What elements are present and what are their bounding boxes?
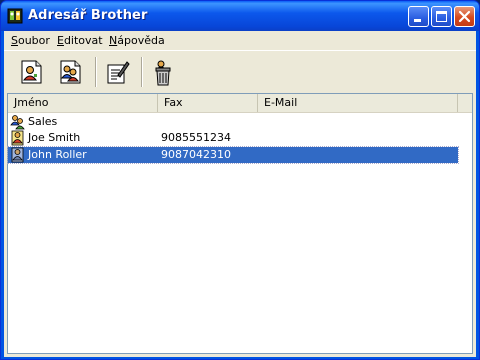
menu-soubor[interactable]: Soubor (11, 34, 50, 47)
title-bar[interactable]: Adresář Brother (1, 1, 479, 31)
menu-editovat-rest: ditovat (63, 34, 103, 47)
contact-name: John Roller (28, 148, 87, 161)
menu-napoveda-accel: N (109, 34, 118, 47)
edit-icon (107, 61, 130, 84)
new-contact-icon (21, 60, 42, 84)
list-item[interactable]: John Roller 9087042310 (7, 146, 459, 164)
menu-editovat-accel: E (57, 34, 64, 47)
toolbar-separator (95, 57, 97, 87)
toolbar (4, 52, 476, 92)
column-header-name[interactable]: Jméno (8, 94, 158, 112)
window-client-area: Soubor Editovat Nápověda Jméno Fax E-Mai… (4, 31, 476, 357)
new-group-icon (60, 60, 81, 84)
address-book-window: Adresář Brother Soubor Editovat Nápověda (0, 0, 480, 360)
minimize-button[interactable] (408, 6, 429, 27)
column-header-fax[interactable]: Fax (158, 94, 258, 112)
contact-name: Sales (28, 115, 58, 128)
close-button[interactable] (454, 6, 475, 27)
menu-soubor-accel: S (11, 34, 18, 47)
minimize-icon (414, 19, 421, 22)
window-title: Adresář Brother (28, 8, 148, 23)
menu-editovat[interactable]: Editovat (57, 34, 103, 47)
address-book-app-icon (7, 8, 23, 24)
contact-list-view[interactable]: Jméno Fax E-Mail Sales Joe Smith 9085551… (7, 93, 473, 354)
group-icon (10, 114, 26, 130)
list-header: Jméno Fax E-Mail (8, 94, 472, 113)
contact-fax: 9085551234 (161, 131, 231, 144)
maximize-icon (436, 11, 447, 22)
column-header-email[interactable]: E-Mail (258, 94, 458, 112)
contact-fax: 9087042310 (161, 148, 231, 161)
menu-soubor-rest: oubor (17, 34, 50, 47)
menu-napoveda[interactable]: Nápověda (109, 34, 165, 47)
contact-icon (10, 130, 26, 146)
menu-toolbar-divider (4, 50, 476, 51)
delete-button[interactable] (149, 56, 179, 88)
menu-napoveda-rest: ápověda (117, 34, 165, 47)
new-group-button[interactable] (56, 56, 86, 88)
close-icon (458, 10, 471, 23)
edit-button[interactable] (103, 56, 133, 88)
contact-icon (10, 147, 26, 163)
maximize-button[interactable] (431, 6, 452, 27)
new-contact-button[interactable] (17, 56, 47, 88)
list-item[interactable]: Joe Smith 9085551234 (8, 130, 458, 146)
contact-name: Joe Smith (28, 131, 81, 144)
list-item[interactable]: Sales (8, 114, 458, 130)
menu-bar: Soubor Editovat Nápověda (4, 31, 476, 50)
toolbar-separator (141, 57, 143, 87)
delete-icon (155, 60, 171, 86)
